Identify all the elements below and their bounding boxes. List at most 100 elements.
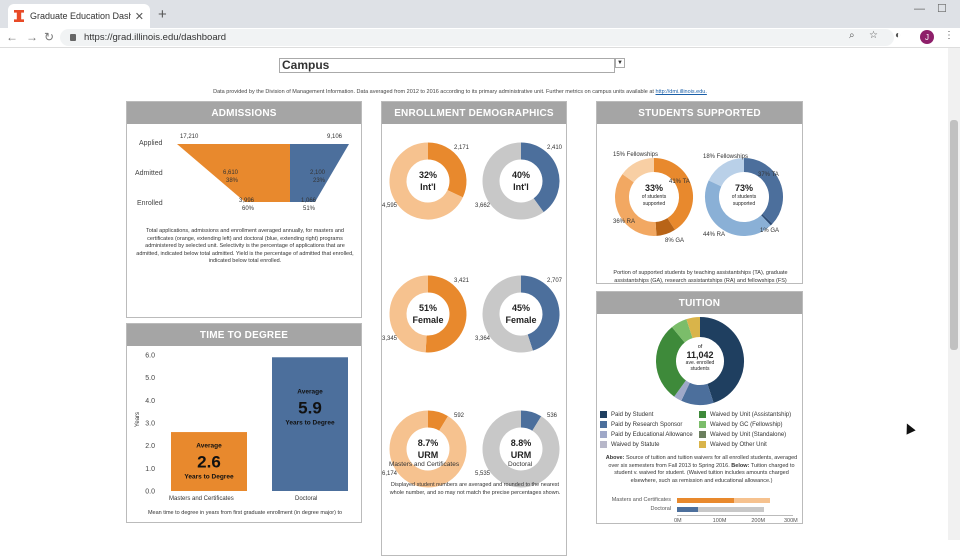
tuition-segment <box>686 317 701 339</box>
browser-tabstrip: Graduate Education Dashboard | ✕ + — <box>0 0 960 28</box>
admissions-note: Total applications, admissions and enrol… <box>136 228 354 264</box>
legend-swatch <box>699 411 706 418</box>
url-bar[interactable]: https://grad.illinois.edu/dashboard <box>60 29 894 46</box>
ttd-bar-caption-top: Average <box>196 443 222 450</box>
legend-label: Waived by Statute <box>611 441 660 448</box>
source-link[interactable]: http://dmi.illinois.edu. <box>656 89 707 95</box>
zoom-icon[interactable]: ⌕ <box>849 30 855 41</box>
extension-icon[interactable]: ◐ <box>895 30 901 41</box>
tuition-center-value: 11,042 <box>686 350 714 360</box>
browser-tab[interactable]: Graduate Education Dashboard | ✕ <box>8 4 150 28</box>
lock-icon <box>70 34 76 41</box>
ttd-tick-label: 2.0 <box>145 443 155 450</box>
enrollment-panel: ENROLLMENT DEMOGRAPHICS 32% Int'l 2,171 4,5… <box>381 101 567 556</box>
forward-icon[interactable]: → <box>26 30 38 44</box>
tuition-bar-charged <box>677 498 734 503</box>
enrollment-title: ENROLLMENT DEMOGRAPHICS <box>382 102 566 124</box>
sup-m-center: 33% of students supported <box>637 182 671 208</box>
ttd-tick-label: 4.0 <box>145 398 155 405</box>
enroll-value-b: 5,535 <box>475 471 491 477</box>
bookmark-star-icon[interactable]: ☆ <box>869 30 878 41</box>
dashboard-page: Campus ▼ Data provided by the Division o… <box>0 48 948 556</box>
sup-doctoral-segment <box>761 214 773 226</box>
legend-swatch <box>699 441 706 448</box>
legend-label: Waived by Unit (Standalone) <box>710 431 787 438</box>
sup-m-pct: 33% <box>644 183 663 193</box>
ttd-bar-caption-bottom: Years to Degree <box>184 474 234 481</box>
supported-panel: STUDENTS SUPPORTED 15% Fellowships 41% T… <box>596 101 803 284</box>
legend-label: Waived by Other Unit <box>710 441 767 448</box>
tuition-note-below: Below: <box>731 462 750 469</box>
doctoral-admitted: 2,100 <box>310 170 326 176</box>
legend-swatch <box>600 421 607 428</box>
masters-enrolled: 3,996 <box>239 198 255 204</box>
scrollbar-thumb[interactable] <box>950 120 958 350</box>
minimize-icon[interactable]: — <box>914 3 925 15</box>
new-tab-icon[interactable]: + <box>158 6 167 23</box>
tuition-bar-label: Doctoral <box>650 506 671 512</box>
enroll-masters-label: Masters and Certificates <box>389 461 460 468</box>
legend-item: Paid by Research Sponsor <box>600 421 682 428</box>
chevron-down-icon[interactable]: ▼ <box>615 58 625 68</box>
doctoral-enrolled-pct: 51% <box>303 206 316 212</box>
sup-d-pct: 73% <box>734 183 753 193</box>
url-text: https://grad.illinois.edu/dashboard <box>84 32 227 43</box>
masters-admitted: 6,610 <box>223 170 239 176</box>
menu-kebab-icon[interactable]: ⋮ <box>944 30 954 41</box>
time-to-degree-chart: 6.0 5.0 4.0 3.0 2.0 1.0 0.0 Average 2.6 Years to … <box>145 353 348 496</box>
sup-d-ga: 1% GA <box>760 228 780 234</box>
tuition-segment <box>681 382 714 405</box>
sup-m-ta: 41% TA <box>669 179 690 185</box>
time-to-degree-panel: TIME TO DEGREE 6.0 5.0 4.0 3.0 2.0 1.0 0.0 Aver… <box>126 323 362 523</box>
legend-swatch <box>600 411 607 418</box>
page-scrollbar[interactable] <box>948 48 960 540</box>
tuition-note-above: Above: <box>605 455 625 461</box>
legend-item: Waived by GC (Fellowship) <box>699 421 782 428</box>
sup-d-center: 73% of students supported <box>727 182 761 208</box>
time-to-degree-title: TIME TO DEGREE <box>127 324 361 346</box>
sup-m-ga: 8% GA <box>665 238 685 244</box>
legend-swatch <box>600 441 607 448</box>
ttd-bar-caption-top: Average <box>297 388 323 395</box>
sup-m-sub2: supported <box>642 201 666 207</box>
sup-m-ra: 36% RA <box>613 219 636 225</box>
tuition-center: of 11,042 ave. enrolled students <box>670 344 730 372</box>
enroll-doctoral-label: Doctoral <box>508 461 533 468</box>
legend-label: Paid by Research Sponsor <box>611 421 683 428</box>
ttd-note: Mean time to degree in years from first … <box>147 510 343 518</box>
profile-avatar[interactable]: J <box>920 30 934 44</box>
enrollment-note: Displayed student numbers are averaged a… <box>389 482 561 496</box>
tuition-bar-waived <box>733 498 770 503</box>
back-icon[interactable]: ← <box>6 30 18 44</box>
close-tab-icon[interactable]: ✕ <box>135 10 144 23</box>
address-bar-row: ← → ↻ https://grad.illinois.edu/dashboar… <box>0 28 960 48</box>
ttd-xlabel-masters: Masters and Certificates <box>169 496 234 502</box>
maximize-icon[interactable]: ☐ <box>937 2 947 15</box>
tuition-axis-tick: 100M <box>712 518 727 524</box>
reload-icon[interactable]: ↻ <box>44 30 54 44</box>
enroll-value-a: 536 <box>547 413 558 419</box>
legend-label: Paid by Educational Allowance <box>611 431 693 438</box>
sup-d-sub2: supported <box>732 201 756 207</box>
tuition-bar-charged <box>677 507 698 512</box>
tuition-bar-label: Masters and Certificates <box>611 497 671 503</box>
ttd-tick-label: 5.0 <box>145 375 155 382</box>
admissions-panel: ADMISSIONS Applied Admitted Enrolled 17,… <box>126 101 362 318</box>
tuition-panel: TUITION of 11,042 ave. enrolled students… <box>596 291 803 524</box>
doctoral-applied: 9,106 <box>327 134 343 140</box>
ttd-tick-label: 6.0 <box>145 353 155 360</box>
legend-swatch <box>699 431 706 438</box>
source-note: Data provided by the Division of Managem… <box>150 89 770 95</box>
ttd-tick-label: 3.0 <box>145 421 155 428</box>
enroll-pct: 8.8% <box>510 438 532 448</box>
tab-title: Graduate Education Dashboard | <box>30 11 131 21</box>
unit-select[interactable]: Campus <box>279 58 615 73</box>
sup-masters-segment <box>655 217 675 236</box>
legend-item: Waived by Other Unit <box>699 441 767 448</box>
tuition-axis-tick: 300M <box>784 518 798 524</box>
enroll-label: URM <box>510 450 532 460</box>
sup-doctoral-segment <box>708 158 745 187</box>
tuition-note: Above: Source of tuition and tuition wai… <box>605 455 798 485</box>
supported-note: Portion of supported students by teachin… <box>613 270 788 284</box>
masters-applied: 17,210 <box>180 134 199 140</box>
